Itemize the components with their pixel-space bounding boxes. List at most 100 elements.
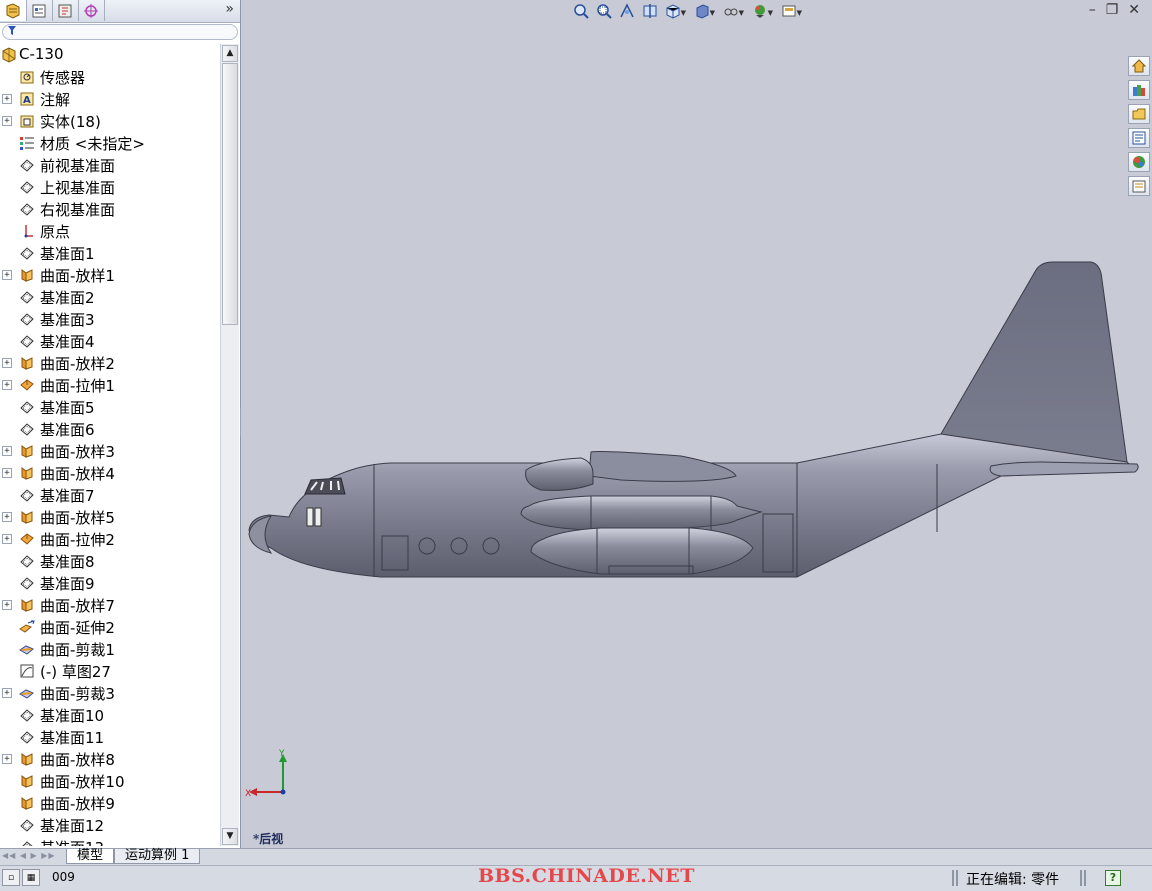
plane-icon — [19, 421, 35, 437]
bottom-tab-bar: ◀◀ ◀ ▶ ▶▶ 模型 运动算例 1 — [0, 848, 1152, 865]
expand-toggle-icon[interactable]: + — [2, 380, 12, 390]
tree-item[interactable]: 基准面5 — [0, 396, 220, 418]
tree-item[interactable]: 基准面11 — [0, 726, 220, 748]
status-separator — [952, 870, 958, 886]
propertymanager-tab[interactable] — [26, 0, 53, 21]
graphics-area[interactable]: ▼ ▼ ▼ ▼ ▼ – ❐ ✕ Y X *后视 — [241, 0, 1152, 848]
tree-item[interactable]: + 曲面-放样3 — [0, 440, 220, 462]
tree-item[interactable]: (-) 草图27 — [0, 660, 220, 682]
propertymanager-tab-icon — [32, 4, 46, 17]
expand-toggle-icon[interactable]: + — [2, 512, 12, 522]
tree-item[interactable]: 基准面4 — [0, 330, 220, 352]
tree-item[interactable]: 基准面3 — [0, 308, 220, 330]
expand-toggle-icon[interactable]: + — [2, 600, 12, 610]
editing-status: 正在编辑: 零件 — [966, 872, 1060, 888]
scroll-up-button[interactable]: ▲ — [222, 45, 238, 62]
loft-surface-icon — [19, 267, 35, 283]
tree-item[interactable]: 基准面10 — [0, 704, 220, 726]
expand-toggle-icon[interactable]: + — [2, 468, 12, 478]
tree-item-label: 曲面-放样9 — [40, 795, 115, 813]
tree-item[interactable]: 前视基准面 — [0, 154, 220, 176]
tree-item[interactable]: + 曲面-放样2 — [0, 352, 220, 374]
tree-item[interactable]: 基准面1 — [0, 242, 220, 264]
expand-toggle-icon[interactable]: + — [2, 270, 12, 280]
sketch-icon — [19, 663, 35, 679]
plane-icon — [19, 179, 35, 195]
dimxpert-tab[interactable] — [78, 0, 105, 21]
tree-root[interactable]: C-130 — [0, 44, 220, 66]
expand-toggle-icon[interactable]: + — [2, 94, 12, 104]
scroll-down-button[interactable]: ▼ — [222, 828, 238, 845]
status-toggle-icon[interactable]: ▫ — [2, 869, 20, 886]
tree-item[interactable]: + 曲面-放样8 — [0, 748, 220, 770]
tree-item[interactable]: + 实体(18) — [0, 110, 220, 132]
tree-item[interactable]: + 曲面-放样1 — [0, 264, 220, 286]
tree-item[interactable]: + A 注解 — [0, 88, 220, 110]
plane-icon — [19, 487, 35, 503]
tree-item[interactable]: + 曲面-拉伸2 — [0, 528, 220, 550]
tree-item-label: 曲面-延伸2 — [40, 619, 115, 637]
plane-icon — [19, 707, 35, 723]
loft-surface-icon — [19, 597, 35, 613]
panel-tab-strip: » — [0, 0, 240, 23]
model-tab[interactable]: 模型 — [66, 849, 115, 864]
annotation-icon: A — [19, 91, 35, 107]
svg-text:A: A — [23, 95, 31, 106]
keyboard-icon[interactable]: ▦ — [22, 869, 40, 886]
tree-item[interactable]: 材质 <未指定> — [0, 132, 220, 154]
tree-item[interactable]: 曲面-延伸2 — [0, 616, 220, 638]
tree-item[interactable]: 基准面2 — [0, 286, 220, 308]
tree-item[interactable]: + 曲面-放样5 — [0, 506, 220, 528]
configurationmanager-tab[interactable] — [52, 0, 79, 21]
expand-toggle-icon[interactable]: + — [2, 534, 12, 544]
solid-bodies-icon — [19, 113, 35, 129]
tree-item[interactable]: 曲面-放样10 — [0, 770, 220, 792]
tree-item[interactable]: + 曲面-放样7 — [0, 594, 220, 616]
tree-item[interactable]: 原点 — [0, 220, 220, 242]
filter-icon — [7, 25, 17, 39]
tree-item-label: 上视基准面 — [40, 179, 116, 197]
featuremanager-tab[interactable] — [0, 0, 27, 21]
more-tabs-button[interactable]: » — [225, 1, 234, 17]
tree-item[interactable]: 基准面6 — [0, 418, 220, 440]
expand-toggle-icon[interactable]: + — [2, 688, 12, 698]
expand-toggle-icon[interactable]: + — [2, 358, 12, 368]
tab-scroll-arrows[interactable]: ◀◀ ◀ ▶ ▶▶ — [2, 851, 56, 860]
plane-icon — [19, 311, 35, 327]
triad-y-label: Y — [278, 749, 285, 759]
tree-item[interactable]: 曲面-放样9 — [0, 792, 220, 814]
tree-item[interactable]: + 曲面-放样4 — [0, 462, 220, 484]
tree-item[interactable]: 基准面9 — [0, 572, 220, 594]
tree-item[interactable]: + 曲面-拉伸1 — [0, 374, 220, 396]
tree-item[interactable]: 传感器 — [0, 66, 220, 88]
motion-study-tab[interactable]: 运动算例 1 — [114, 849, 201, 864]
tree-item[interactable]: 基准面13 — [0, 836, 220, 846]
tree-item[interactable]: 基准面12 — [0, 814, 220, 836]
tree-item[interactable]: + 曲面-剪裁3 — [0, 682, 220, 704]
horizontal-stabilizer — [989, 461, 1139, 477]
part-icon — [1, 47, 17, 63]
tree-item[interactable]: 基准面8 — [0, 550, 220, 572]
tree-scrollbar[interactable]: ▲ ▼ — [220, 44, 239, 846]
expand-toggle-icon[interactable]: + — [2, 446, 12, 456]
dimxpert-tab-icon — [84, 3, 98, 18]
loft-surface-icon — [19, 795, 35, 811]
tree-item-label: 基准面6 — [40, 421, 95, 439]
plane-icon — [19, 289, 35, 305]
tree-item-label: 基准面5 — [40, 399, 95, 417]
aircraft-model[interactable] — [241, 0, 1152, 848]
scroll-thumb[interactable] — [222, 63, 238, 325]
loft-surface-icon — [19, 751, 35, 767]
tree-item[interactable]: 曲面-剪裁1 — [0, 638, 220, 660]
help-button[interactable]: ? — [1105, 870, 1121, 886]
expand-toggle-icon[interactable]: + — [2, 754, 12, 764]
tree-item[interactable]: 右视基准面 — [0, 198, 220, 220]
plane-icon — [19, 839, 35, 846]
plane-icon — [19, 729, 35, 745]
filter-row — [0, 23, 240, 41]
loft-surface-icon — [19, 773, 35, 789]
tree-item[interactable]: 上视基准面 — [0, 176, 220, 198]
tree-item[interactable]: 基准面7 — [0, 484, 220, 506]
tree-filter-input[interactable] — [2, 24, 238, 40]
expand-toggle-icon[interactable]: + — [2, 116, 12, 126]
